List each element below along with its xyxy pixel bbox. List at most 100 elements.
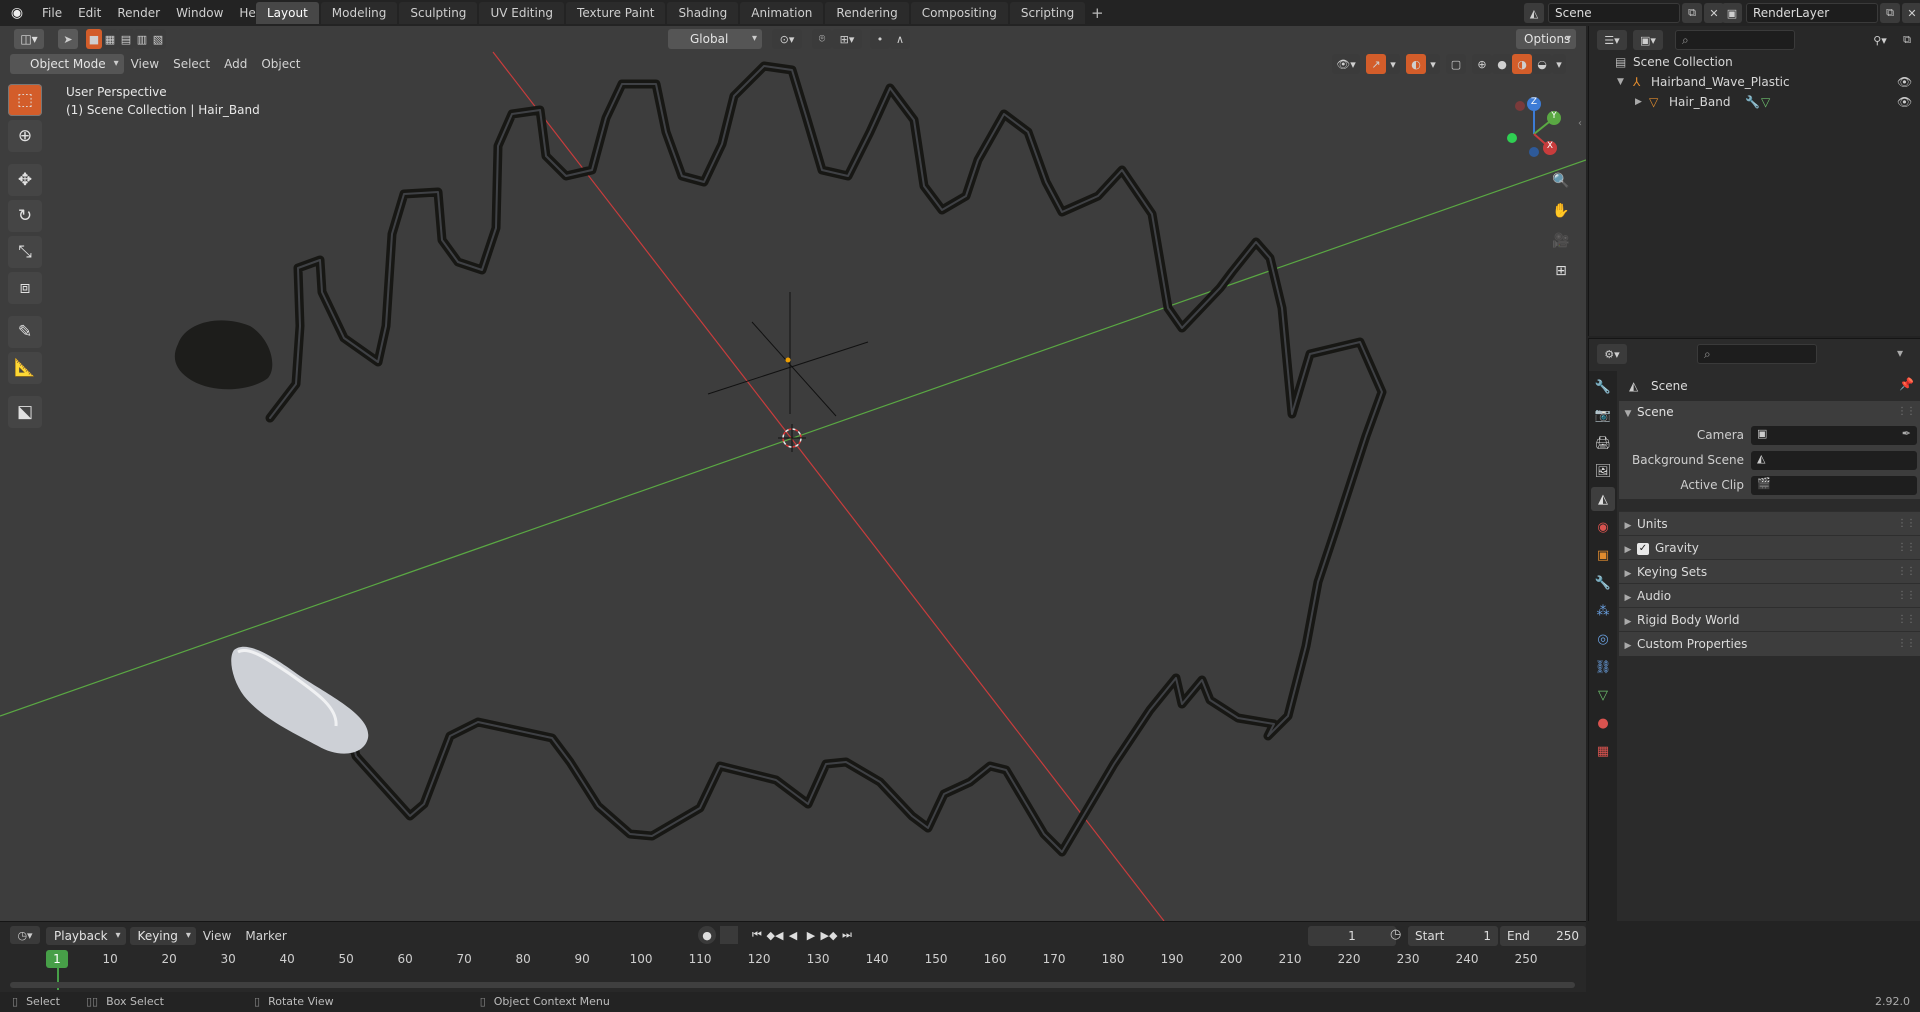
rigid-body-world-panel[interactable]: ▶ Rigid Body World ⋮⋮ (1619, 607, 1920, 632)
output-tab-icon[interactable]: 🖨 (1591, 431, 1615, 455)
texture-tab-icon[interactable]: ▦ (1591, 739, 1615, 763)
scene-tab-icon[interactable]: ◭ (1591, 487, 1615, 511)
view-layer-field[interactable]: RenderLayer (1746, 3, 1878, 23)
outliner[interactable]: ☰▾ ▣▾ ⌕ ⚲▾ ⧉ ▤ Scene Collection ▼ ⅄ Hair… (1588, 26, 1920, 336)
end-frame-field[interactable]: End 250 (1500, 926, 1586, 946)
3d-viewport[interactable]: ◫▾ ➤ ■ ▦ ▤ ▥ ▧ Global ⊙▾ ⌾ ⊞▾ • ∧ Option… (0, 26, 1586, 921)
outliner-row-hairband[interactable]: ▼ ⅄ Hairband_Wave_Plastic 👁 (1589, 72, 1920, 92)
transform-tool-icon[interactable]: ⧈ (8, 272, 42, 304)
snap-target-icon[interactable]: ⊞▾ (832, 29, 862, 49)
rotate-tool-icon[interactable]: ↻ (8, 200, 42, 232)
menu-window[interactable]: Window (168, 0, 231, 26)
solid-shading-icon[interactable]: ● (1492, 54, 1512, 74)
cursor-tool-icon[interactable]: ⊕ (8, 120, 42, 152)
orientation-dropdown[interactable]: Global (668, 29, 762, 49)
properties-search-input[interactable]: ⌕ (1697, 344, 1817, 364)
data-tab-icon[interactable]: ▽ (1591, 683, 1615, 707)
visibility-icon[interactable]: 👁▾ (1332, 54, 1360, 74)
xray-icon[interactable]: ▢ (1446, 54, 1466, 74)
select-box-tool-icon[interactable]: ⬚ (8, 84, 42, 116)
editor-type-icon[interactable]: ◫▾ (14, 29, 44, 49)
scene-selector[interactable]: ◭ Scene ⧉ ✕ (1524, 3, 1724, 23)
camera-view-icon[interactable]: 🎥 (1548, 228, 1574, 254)
menu-render[interactable]: Render (109, 0, 168, 26)
current-frame-field[interactable]: 1 (1308, 926, 1396, 946)
play-reverse-icon[interactable]: ◀ (784, 926, 802, 944)
expand-arrow-icon[interactable]: ▼ (1617, 72, 1624, 92)
render-tab-icon[interactable]: 📷 (1591, 403, 1615, 427)
constraints-tab-icon[interactable]: ⛓ (1591, 655, 1615, 679)
material-preview-icon[interactable]: ◑ (1512, 54, 1532, 74)
preview-range-icon[interactable]: ◷ (1390, 927, 1401, 942)
tab-uv-editing[interactable]: UV Editing (479, 2, 565, 24)
tab-modeling[interactable]: Modeling (320, 2, 398, 24)
record-options-icon[interactable] (720, 926, 738, 944)
gizmo-toggle-icon[interactable]: ↗ (1366, 54, 1386, 74)
select-extend-icon[interactable]: ▦ (102, 29, 118, 49)
custom-properties-panel[interactable]: ▶ Custom Properties ⋮⋮ (1619, 631, 1920, 656)
options-dropdown[interactable]: Options (1516, 29, 1576, 49)
record-icon[interactable]: ● (698, 926, 716, 944)
tab-sculpting[interactable]: Sculpting (399, 2, 478, 24)
select-tool-icon[interactable]: ➤ (58, 29, 78, 49)
menu-edit[interactable]: Edit (70, 0, 109, 26)
pan-hand-icon[interactable]: ✋ (1548, 198, 1574, 224)
outliner-row-hair-band[interactable]: ▶ ▽ Hair_Band 🔧 ▽ 👁 (1589, 92, 1920, 112)
start-frame-field[interactable]: Start 1 (1408, 926, 1498, 946)
tab-animation[interactable]: Animation (740, 2, 824, 24)
tab-scripting[interactable]: Scripting (1009, 2, 1086, 24)
object-mode-dropdown[interactable]: Object Mode (10, 54, 124, 74)
shading-dropdown-icon[interactable]: ▾ (1552, 54, 1566, 74)
pin-icon[interactable]: 📌 (1899, 377, 1914, 391)
modifier-tab-icon[interactable]: 🔧 (1591, 571, 1615, 595)
tab-layout[interactable]: Layout (256, 2, 319, 24)
playback-dropdown[interactable]: Playback (46, 927, 126, 945)
snap-icon[interactable]: ⌾ (812, 29, 832, 49)
select-new-icon[interactable]: ■ (86, 29, 102, 49)
delete-view-layer-icon[interactable]: ✕ (1902, 3, 1920, 23)
jump-keyframe-back-icon[interactable]: ◆◀ (766, 926, 784, 944)
select-invert-icon[interactable]: ▥ (134, 29, 150, 49)
properties-editor-icon[interactable]: ⚙▾ (1597, 344, 1627, 364)
menu-select[interactable]: Select (166, 54, 217, 74)
keying-sets-panel[interactable]: ▶ Keying Sets ⋮⋮ (1619, 559, 1920, 584)
background-scene-field[interactable]: ◭ (1751, 451, 1917, 470)
tab-shading[interactable]: Shading (667, 2, 739, 24)
material-tab-icon[interactable]: ● (1591, 711, 1615, 735)
new-view-layer-icon[interactable]: ⧉ (1880, 3, 1900, 23)
audio-panel[interactable]: ▶ Audio ⋮⋮ (1619, 583, 1920, 608)
view-layer-tab-icon[interactable]: 🖼 (1591, 459, 1615, 483)
menu-file[interactable]: File (34, 0, 70, 26)
play-icon[interactable]: ▶ (802, 926, 820, 944)
visibility-eye-icon[interactable]: 👁 (1897, 72, 1912, 92)
camera-field[interactable]: ▣ ✒ (1751, 426, 1917, 445)
particles-tab-icon[interactable]: ⁂ (1591, 599, 1615, 623)
units-panel[interactable]: ▶ Units ⋮⋮ (1619, 511, 1920, 536)
gizmo-dropdown-icon[interactable]: ▾ (1386, 54, 1400, 74)
eyedropper-icon[interactable]: ✒ (1902, 427, 1911, 440)
pivot-point-icon[interactable]: ⊙▾ (772, 29, 802, 49)
properties-options-icon[interactable]: ▾ (1897, 346, 1903, 360)
timeline-ruler[interactable]: 1 10 20 30 40 50 60 70 80 90 100 110 120 130 140 150 16… (0, 950, 1586, 972)
gravity-checkbox[interactable]: ✓ (1637, 542, 1649, 555)
timeline-scrollbar[interactable] (10, 982, 1575, 988)
menu-add[interactable]: Add (217, 54, 254, 74)
move-tool-icon[interactable]: ✥ (8, 164, 42, 196)
zoom-icon[interactable]: 🔍 (1548, 168, 1574, 194)
menu-view[interactable]: View (124, 54, 166, 74)
modifier-wrench-icon[interactable]: 🔧 (1745, 92, 1760, 112)
jump-start-icon[interactable]: ⏮ (748, 926, 766, 944)
annotate-tool-icon[interactable]: ✎ (8, 316, 42, 348)
scale-tool-icon[interactable]: ⤡ (8, 236, 42, 268)
outliner-row-scene-collection[interactable]: ▤ Scene Collection (1589, 52, 1920, 72)
tab-rendering[interactable]: Rendering (825, 2, 909, 24)
overlays-toggle-icon[interactable]: ◐ (1406, 54, 1426, 74)
measure-tool-icon[interactable]: 📐 (8, 352, 42, 384)
overlays-dropdown-icon[interactable]: ▾ (1426, 54, 1440, 74)
timeline-editor-icon[interactable]: ◷▾ (10, 926, 40, 944)
timeline-marker-menu[interactable]: Marker (238, 926, 293, 946)
physics-tab-icon[interactable]: ◎ (1591, 627, 1615, 651)
tab-texture-paint[interactable]: Texture Paint (566, 2, 666, 24)
transform-orientation[interactable]: Global ⊙▾ ⌾ ⊞▾ • ∧ (668, 29, 910, 49)
tab-compositing[interactable]: Compositing (910, 2, 1008, 24)
